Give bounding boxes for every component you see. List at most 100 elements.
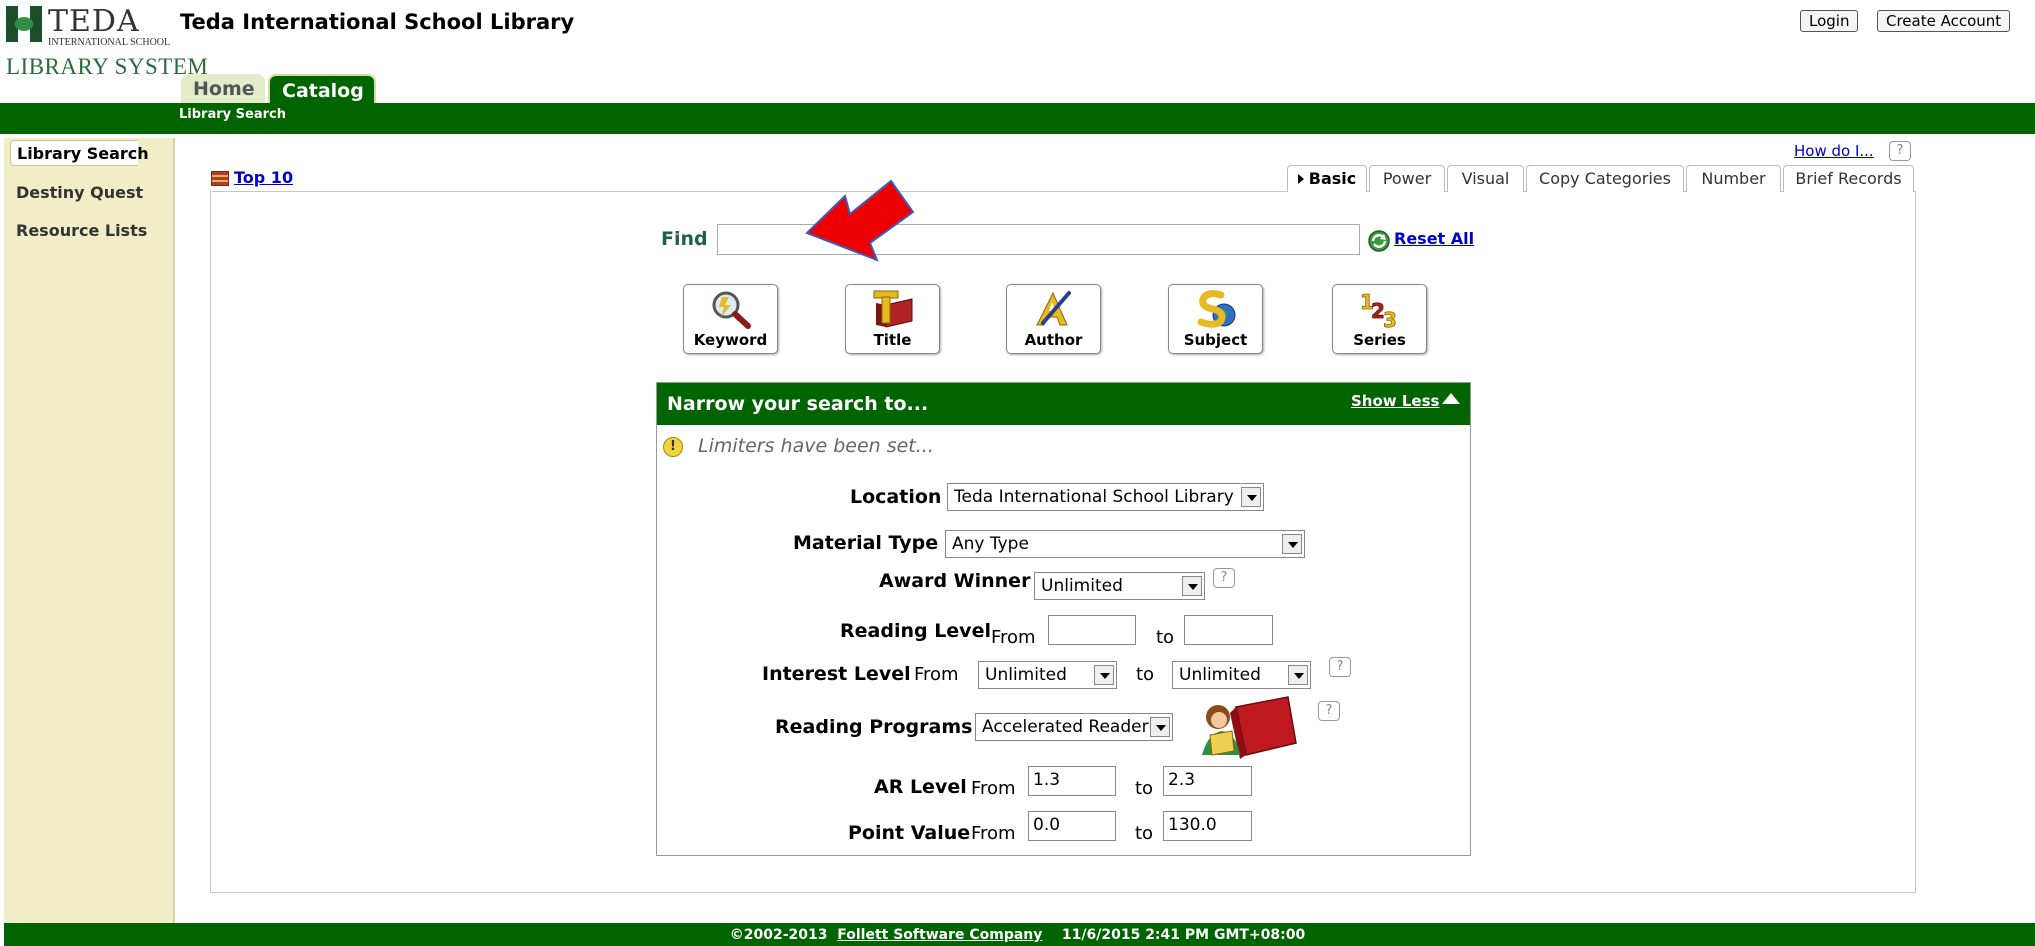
reading-level-to-label: to (1156, 627, 1175, 648)
title-search-button[interactable]: Title (845, 284, 940, 354)
reading-level-label: Reading Level (840, 620, 991, 642)
ar-level-from-input[interactable]: 1.3 (1028, 766, 1116, 796)
sidebar-item-destiny-quest[interactable]: Destiny Quest (16, 183, 143, 202)
chevron-down-icon (1094, 665, 1114, 685)
ar-level-to-input[interactable]: 2.3 (1163, 766, 1252, 796)
ar-level-to-label: to (1135, 778, 1154, 799)
school-logo: TEDA INTERNATIONAL SCHOOL LIBRARY SYSTEM (6, 4, 208, 79)
point-value-from-label: From (971, 823, 1016, 844)
sidebar-item-library-search[interactable]: Library Search (10, 140, 149, 166)
top10-link[interactable]: Top 10 (234, 168, 293, 187)
interest-level-label: Interest Level (762, 663, 911, 685)
tab-basic[interactable]: Basic (1287, 165, 1367, 192)
narrow-search-title: Narrow your search to... (667, 393, 929, 415)
footer-company-link[interactable]: Follett Software Company (837, 927, 1042, 943)
tab-basic-label: Basic (1308, 169, 1357, 188)
location-select[interactable]: Teda International School Library (947, 483, 1264, 511)
collapse-arrow-icon[interactable] (1442, 393, 1460, 404)
reading-programs-value: Accelerated Reader (982, 717, 1149, 737)
footer-timestamp: 11/6/2015 2:41 PM GMT+08:00 (1061, 927, 1306, 943)
keyword-search-button[interactable]: Keyword (683, 284, 778, 354)
award-winner-value: Unlimited (1041, 576, 1123, 596)
tab-home[interactable]: Home (181, 74, 265, 104)
material-type-label: Material Type (793, 532, 939, 554)
chevron-down-icon (1150, 717, 1170, 737)
interest-level-from-label: From (914, 664, 959, 685)
reading-programs-label: Reading Programs (775, 716, 973, 738)
reset-icon[interactable] (1367, 229, 1391, 253)
series-numbers-icon: 1 2 3 (1360, 290, 1398, 329)
chevron-down-icon (1282, 534, 1302, 554)
annotation-arrow-icon (805, 179, 915, 262)
award-winner-label: Award Winner (879, 570, 1031, 592)
how-do-i-link[interactable]: How do I... (1794, 142, 1874, 160)
footer-text: ©2002-2013 Follett Software Company 11/6… (0, 927, 2035, 943)
chevron-down-icon (1182, 576, 1202, 596)
point-value-from-input[interactable]: 0.0 (1028, 811, 1116, 841)
interest-level-to-value: Unlimited (1179, 665, 1261, 685)
logo-name: TEDA (48, 4, 140, 39)
keyword-magnifier-icon (712, 291, 751, 329)
award-help-icon[interactable]: ? (1213, 568, 1235, 588)
subject-search-button[interactable]: Subject (1168, 284, 1263, 354)
reading-child-book-icon (1202, 696, 1297, 759)
tab-catalog[interactable]: Catalog (268, 74, 376, 104)
tab-number[interactable]: Number (1686, 165, 1781, 192)
tab-copy-categories[interactable]: Copy Categories (1526, 165, 1684, 192)
svg-text:3: 3 (1383, 308, 1397, 329)
ar-level-from-label: From (971, 778, 1016, 799)
interest-help-icon[interactable]: ? (1329, 657, 1351, 677)
tab-power[interactable]: Power (1369, 165, 1445, 192)
point-value-to-label: to (1135, 823, 1154, 844)
warning-icon: ! (663, 437, 683, 457)
create-account-button[interactable]: Create Account (1877, 10, 2011, 32)
reset-all-link[interactable]: Reset All (1394, 229, 1474, 248)
material-type-value: Any Type (952, 534, 1029, 554)
location-label: Location (850, 486, 942, 508)
interest-level-to-select[interactable]: Unlimited (1172, 661, 1311, 689)
reading-level-from-label: From (991, 627, 1036, 648)
award-winner-select[interactable]: Unlimited (1034, 572, 1205, 600)
keyword-label: Keyword (693, 331, 768, 349)
interest-level-to-label: to (1136, 664, 1155, 685)
chevron-down-icon (1241, 487, 1261, 507)
interest-level-from-value: Unlimited (985, 665, 1067, 685)
location-value: Teda International School Library (954, 487, 1234, 507)
subject-globe-icon (1197, 290, 1236, 328)
point-value-label: Point Value (848, 822, 971, 844)
tab-visual[interactable]: Visual (1447, 165, 1524, 192)
sidebar-item-resource-lists[interactable]: Resource Lists (16, 221, 147, 240)
top10-books-icon (211, 171, 229, 186)
logo-subline: INTERNATIONAL SCHOOL (48, 37, 171, 48)
logo-system: LIBRARY SYSTEM (6, 54, 209, 79)
nav-bar (0, 103, 2035, 134)
reading-level-from-input[interactable] (1048, 615, 1136, 645)
site-title: Teda International School Library (180, 10, 575, 34)
reading-level-to-input[interactable] (1184, 615, 1273, 645)
interest-level-from-select[interactable]: Unlimited (978, 661, 1117, 689)
author-search-button[interactable]: Author (1006, 284, 1101, 354)
tab-brief-records[interactable]: Brief Records (1783, 165, 1914, 192)
subnav-library-search[interactable]: Library Search (179, 107, 286, 122)
school-crest-icon (6, 6, 42, 42)
current-tab-icon (1297, 174, 1304, 184)
show-less-link[interactable]: Show Less (1351, 392, 1439, 410)
ar-level-label: AR Level (874, 776, 967, 798)
author-pen-icon (1036, 291, 1071, 326)
subject-label: Subject (1183, 331, 1248, 349)
point-value-to-input[interactable]: 130.0 (1163, 811, 1252, 841)
series-search-button[interactable]: 1 2 3 Series (1332, 284, 1427, 354)
title-book-icon (873, 290, 913, 328)
reading-programs-help-icon[interactable]: ? (1318, 701, 1340, 721)
material-type-select[interactable]: Any Type (945, 530, 1305, 558)
footer-copyright: ©2002-2013 (729, 927, 828, 943)
help-icon[interactable]: ? (1889, 141, 1911, 161)
sidebar (4, 138, 175, 923)
author-label: Author (1024, 331, 1083, 349)
login-button[interactable]: Login (1800, 10, 1859, 32)
reading-programs-select[interactable]: Accelerated Reader (975, 713, 1173, 741)
find-label: Find (661, 228, 708, 250)
chevron-down-icon (1288, 665, 1308, 685)
limiters-notice: Limiters have been set... (698, 435, 934, 457)
title-label: Title (873, 331, 912, 349)
